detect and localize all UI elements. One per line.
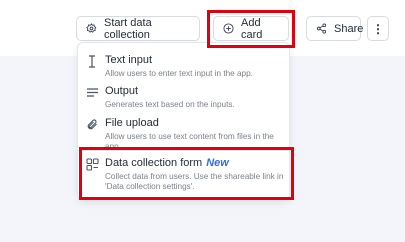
start-data-collection-label: Start data collection [104,16,152,41]
share-label: Share [334,22,364,35]
menu-item-title: File upload [105,117,159,129]
gear-icon [86,23,97,34]
menu-item-output[interactable]: Output Generates text based on the input… [78,84,289,112]
menu-item-text-input[interactable]: Text input Allow users to enter text inp… [78,53,289,81]
start-data-collection-button[interactable]: Start data collection [76,16,200,41]
menu-item-title: Output [105,85,139,97]
more-options-button[interactable]: ⋮ [367,16,389,41]
add-card-highlight [207,10,295,48]
share-button[interactable]: Share [306,16,364,41]
lines-icon [85,85,99,99]
paperclip-icon [85,117,99,131]
text-cursor-icon [85,54,99,68]
data-collection-form-highlight [79,147,294,200]
share-icon [316,23,327,34]
more-vertical-icon: ⋮ [372,21,384,36]
menu-item-description: Generates text based on the inputs. [105,100,235,109]
menu-item-description: Allow users to enter text input in the a… [105,69,253,78]
menu-item-title: Text input [105,54,153,66]
